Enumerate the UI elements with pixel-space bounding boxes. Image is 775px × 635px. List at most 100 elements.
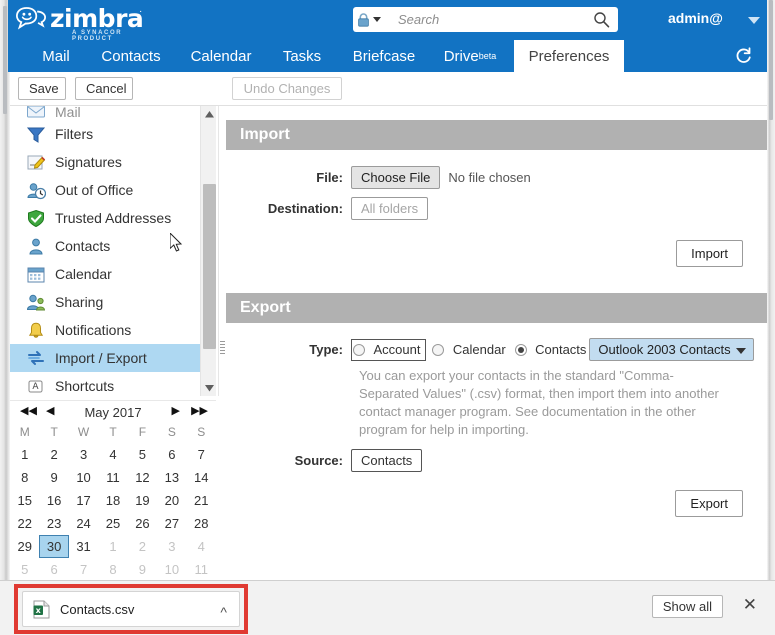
calendar-day[interactable]: 10 <box>69 466 98 489</box>
tab-tasks[interactable]: Tasks <box>266 40 338 72</box>
calendar-day[interactable]: 11 <box>187 558 216 581</box>
search-icon[interactable] <box>593 11 610 28</box>
calendar-prev-month-button[interactable]: ◀ <box>46 404 54 419</box>
export-button[interactable]: Export <box>675 490 743 517</box>
source-selector[interactable]: Contacts <box>351 449 423 472</box>
sidebar-item-contacts[interactable]: Contacts <box>10 232 200 260</box>
nav-scrollbar-thumb[interactable] <box>203 184 216 349</box>
refresh-icon[interactable] <box>734 46 753 65</box>
calendar-day[interactable]: 8 <box>98 558 127 581</box>
sidebar-item-mail[interactable]: Mail <box>10 106 200 120</box>
radio-option-calendar[interactable]: Calendar <box>432 341 514 359</box>
calendar-day[interactable]: 3 <box>157 535 186 558</box>
sidebar-item-shortcuts[interactable]: A Shortcuts <box>10 372 200 396</box>
calendar-day[interactable]: 5 <box>128 443 157 466</box>
calendar-day[interactable]: 18 <box>98 489 127 512</box>
tab-calendar[interactable]: Calendar <box>176 40 266 72</box>
calendar-day[interactable]: 29 <box>10 535 39 558</box>
calendar-day[interactable]: 17 <box>69 489 98 512</box>
search-input[interactable] <box>398 10 588 29</box>
radio-option-account[interactable]: Account <box>351 338 427 361</box>
sidebar-item-signatures[interactable]: Signatures <box>10 148 200 176</box>
calendar-day[interactable]: 23 <box>39 512 68 535</box>
window-left-scrollbar-thumb[interactable] <box>3 6 7 114</box>
calendar-day-selected[interactable]: 30 <box>39 535 69 558</box>
calendar-day[interactable]: 7 <box>69 558 98 581</box>
choose-file-button[interactable]: Choose File <box>351 166 441 189</box>
sidebar-item-trusted-addresses[interactable]: Trusted Addresses <box>10 204 200 232</box>
calendar-day[interactable]: 22 <box>10 512 39 535</box>
radio-option-contacts[interactable]: Contacts <box>514 341 590 359</box>
sidebar-item-out-of-office[interactable]: Out of Office <box>10 176 200 204</box>
calendar-day[interactable]: 24 <box>69 512 98 535</box>
nav-scroll-up-arrow-icon[interactable] <box>201 106 217 122</box>
account-chevron-down-icon[interactable] <box>748 17 760 24</box>
radio-contacts-indicator[interactable] <box>514 343 527 356</box>
calendar-prev-year-button[interactable]: ◀◀ <box>20 404 37 419</box>
sidebar-item-notifications[interactable]: Notifications <box>10 316 200 344</box>
calendar-day[interactable]: 28 <box>187 512 216 535</box>
search-scope-selector[interactable] <box>357 10 393 29</box>
calendar-day[interactable]: 4 <box>98 443 127 466</box>
tab-mail[interactable]: Mail <box>26 40 86 72</box>
calendar-day[interactable]: 1 <box>10 443 39 466</box>
calendar-day[interactable]: 5 <box>10 558 39 581</box>
calendar-day[interactable]: 4 <box>187 535 216 558</box>
calendar-day[interactable]: 3 <box>69 443 98 466</box>
export-format-dropdown[interactable]: Outlook 2003 Contacts <box>589 338 754 361</box>
calendar-day[interactable]: 2 <box>128 535 157 558</box>
undo-changes-button[interactable]: Undo Changes <box>232 77 342 100</box>
calendar-day[interactable]: 1 <box>98 535 127 558</box>
show-all-downloads-button[interactable]: Show all <box>651 595 723 618</box>
splitter-grip-icon[interactable] <box>220 341 225 355</box>
calendar-day[interactable]: 11 <box>98 466 127 489</box>
import-button[interactable]: Import <box>676 240 743 267</box>
save-button[interactable]: Save <box>18 77 66 100</box>
nav-scrollbar[interactable] <box>200 106 216 396</box>
calendar-day[interactable]: 13 <box>157 466 186 489</box>
calendar-day[interactable]: 6 <box>39 558 68 581</box>
calendar-day[interactable]: 8 <box>10 466 39 489</box>
download-menu-chevron-up-icon[interactable]: ^ <box>220 604 227 620</box>
window-right-scrollbar-thumb[interactable] <box>769 0 773 120</box>
sidebar-item-sharing[interactable]: Sharing <box>10 288 200 316</box>
calendar-day[interactable]: 31 <box>69 535 98 558</box>
calendar-next-year-button[interactable]: ▶▶ <box>191 404 208 419</box>
tab-briefcase[interactable]: Briefcase <box>338 40 430 72</box>
window-left-scrollbar[interactable] <box>0 0 10 580</box>
calendar-day[interactable]: 12 <box>128 466 157 489</box>
calendar-day[interactable]: 14 <box>187 466 216 489</box>
calendar-day[interactable]: 6 <box>157 443 186 466</box>
calendar-next-month-button[interactable]: ▶ <box>172 404 180 419</box>
calendar-day[interactable]: 27 <box>157 512 186 535</box>
sidebar-item-import-export[interactable]: Import / Export <box>10 344 200 372</box>
sidebar-item-calendar[interactable]: Calendar <box>10 260 200 288</box>
calendar-day[interactable]: 20 <box>157 489 186 512</box>
calendar-day[interactable]: 19 <box>128 489 157 512</box>
nav-scroll-down-arrow-icon[interactable] <box>201 380 217 396</box>
destination-input[interactable]: All folders <box>351 197 429 220</box>
tab-preferences[interactable]: Preferences <box>514 40 624 72</box>
pane-splitter[interactable] <box>218 106 226 396</box>
sidebar-item-filters[interactable]: Filters <box>10 120 200 148</box>
calendar-day[interactable]: 25 <box>98 512 127 535</box>
radio-account-indicator[interactable] <box>353 343 365 356</box>
calendar-day[interactable]: 26 <box>128 512 157 535</box>
close-download-bar-icon[interactable]: ✕ <box>743 596 757 614</box>
cancel-button[interactable]: Cancel <box>75 77 133 100</box>
window-right-scrollbar[interactable] <box>767 0 775 580</box>
calendar-day[interactable]: 21 <box>187 489 216 512</box>
download-item-contacts-csv[interactable]: x Contacts.csv ^ <box>22 591 240 627</box>
calendar-day[interactable]: 15 <box>10 489 39 512</box>
zimbra-logo[interactable]: zimbra · A SYNACOR PRODUCT <box>14 3 164 42</box>
tab-drive[interactable]: Drive beta <box>430 40 510 72</box>
calendar-day[interactable]: 16 <box>39 489 68 512</box>
calendar-day[interactable]: 2 <box>39 443 68 466</box>
calendar-day[interactable]: 7 <box>187 443 216 466</box>
calendar-day[interactable]: 9 <box>128 558 157 581</box>
calendar-day[interactable]: 10 <box>157 558 186 581</box>
tab-contacts[interactable]: Contacts <box>86 40 176 72</box>
account-label[interactable]: admin@ <box>668 10 723 26</box>
calendar-day[interactable]: 9 <box>39 466 68 489</box>
radio-calendar-indicator[interactable] <box>432 343 445 356</box>
